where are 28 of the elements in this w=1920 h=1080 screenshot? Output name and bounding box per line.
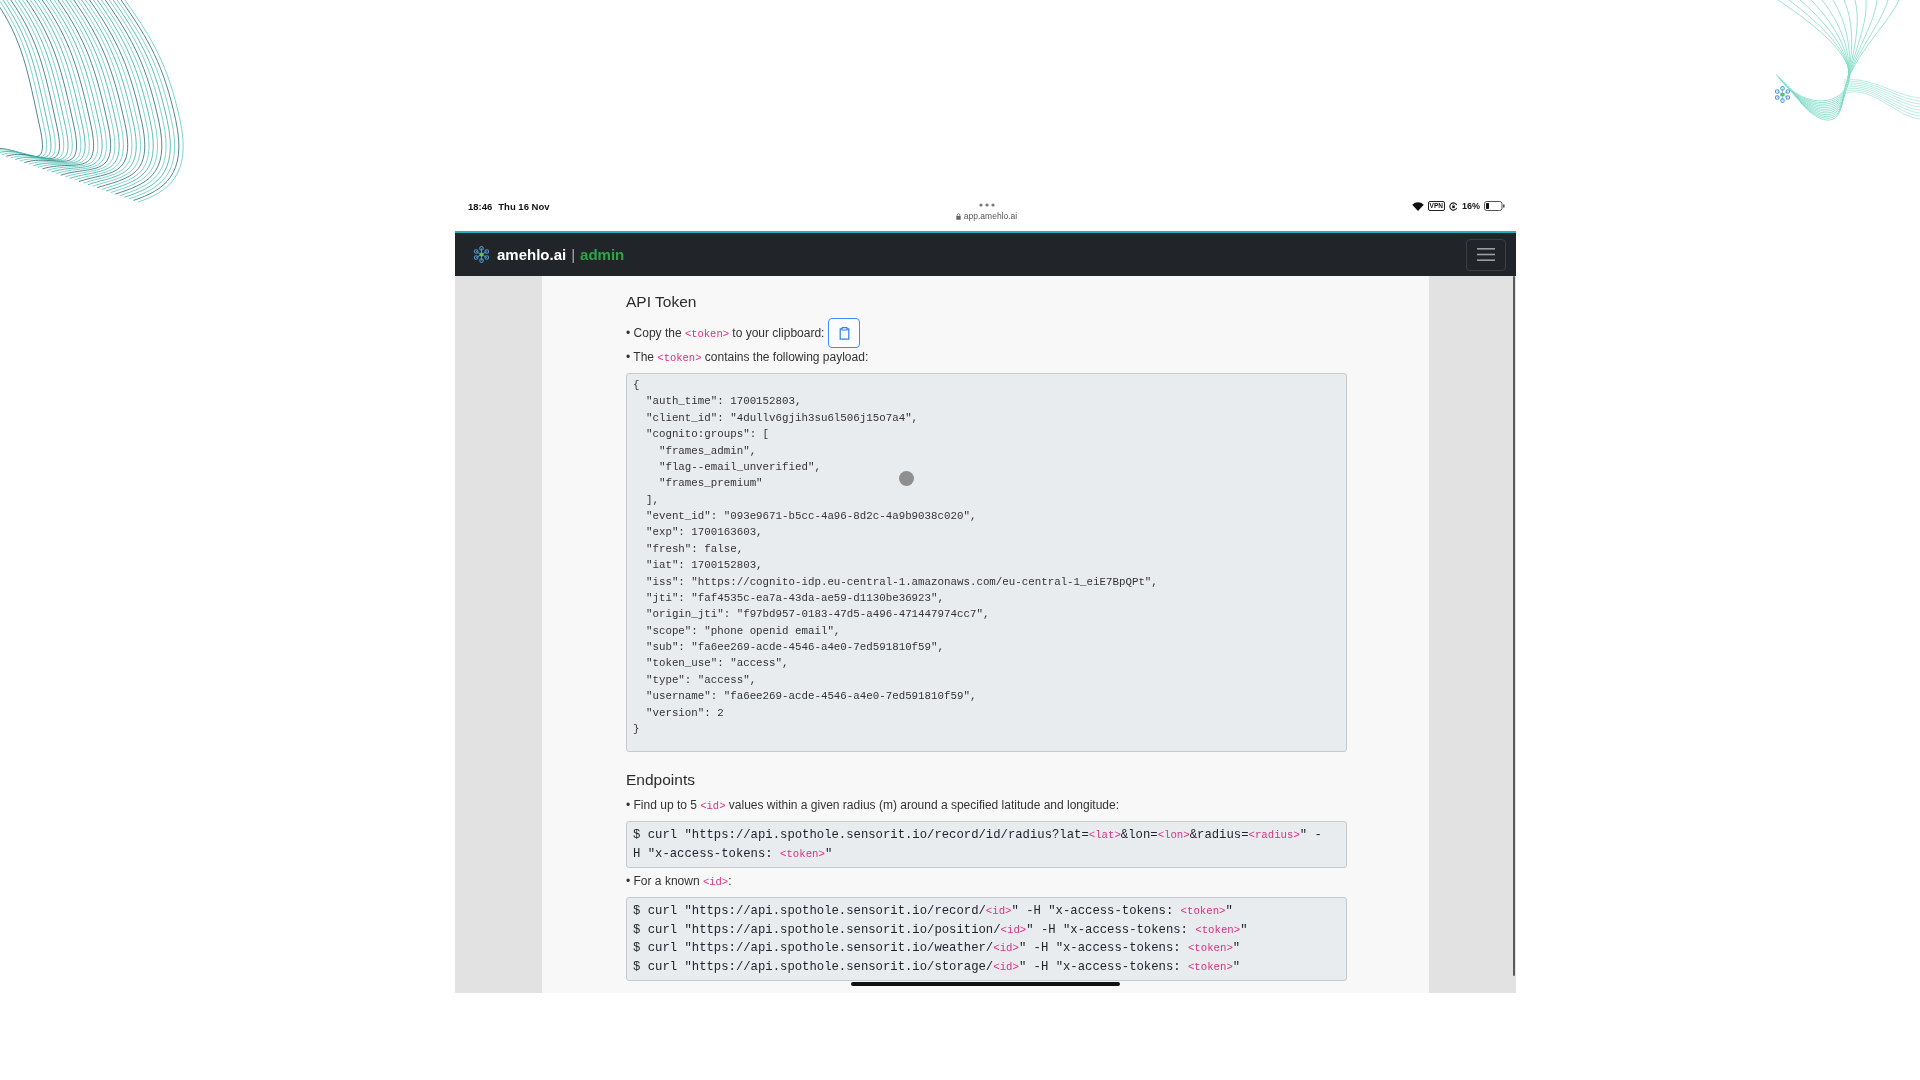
section-heading: API Token: [626, 292, 698, 312]
bullet-text: • Find up to 5 <id> values within a given radius (m) around a specified latitude and longitude:: [626, 797, 1120, 815]
wifi-icon: [1411, 201, 1424, 211]
hexagon-dots-icon: [1774, 86, 1791, 103]
battery-icon: [1484, 201, 1505, 211]
code-block: $ curl "https://api.spothole.sensorit.io/record/<id>" -H "x-access-tokens: <token>" $ curl "https://api.spothole.sensorit.io/position/<id>" -H "x-access-tokens: <token>" $ curl "https://api.spothole.sensorit.io/weather/<id>" -H "x-access-tokens: <token>" $ curl "https://api.spothole.sensorit.io/storage/<id>" -H "x-access-tokens: <token>": [626, 897, 1347, 982]
section-heading: Endpoints: [626, 770, 696, 791]
cursor-icon: [899, 471, 914, 486]
code-block: $ curl "https://api.spothole.sensorit.io/record/id/radius?lat=<lat>&lon=<lon>&radius=<radius>" - H "x-access-tokens: <token>": [626, 821, 1347, 869]
lock-icon: [955, 212, 961, 220]
address-url[interactable]: app.amehlo.ai: [963, 211, 1018, 221]
battery-percent: 16%: [1462, 201, 1480, 211]
brand-separator: |: [571, 246, 576, 263]
three-dots-icon[interactable]: [978, 203, 995, 207]
copy-button[interactable]: [828, 318, 861, 348]
menu-icon: [1477, 248, 1495, 261]
clipboard-icon: [838, 326, 850, 340]
bullet-text: • For a known <id>:: [626, 873, 732, 891]
status-time: 18:46: [468, 200, 493, 212]
bullet-text: • The <token> contains the following payload:: [626, 349, 869, 366]
code-block: { "auth_time": 1700152803, "client_id": "4dullv6gjih3su6l506j15o7a4", "cognito:groups": [ "frames_admin", "flag--email_unverified", "frames_premium" ], "event_id": "093e9671-b5cc-4a96-8d2c-4a9b9038c020", "exp": 1700163603, "fresh": false, "iat": 1700152803, "iss": "https://cognito-idp.eu-central-1.amazonaws.com/eu-central-1_eiE7BpQPt", "jti": "faf4535c-ea7a-43da-ae59-d1130be36923", "origin_jti": "f97bd957-0183-47d5-a496-471447974cc7", "scope": "phone openid email", "sub": "fa6ee269-acde-4546-a4e0-7ed591810f59", "token_use": "access", "type": "access", "username": "fa6ee269-acde-4546-a4e0-7ed591810f59", "version": 2 }: [626, 373, 1347, 753]
hexagon-dots-icon: [473, 246, 490, 263]
status-date: Thu 16 Nov: [498, 200, 550, 212]
bullet-text: • Copy the <token> to your clipboard:: [626, 324, 825, 342]
menu-button[interactable]: [1466, 238, 1506, 271]
section-label: admin: [580, 246, 625, 263]
rotation-lock-icon: [1449, 201, 1458, 211]
brand-name[interactable]: amehlo.ai: [497, 246, 567, 263]
